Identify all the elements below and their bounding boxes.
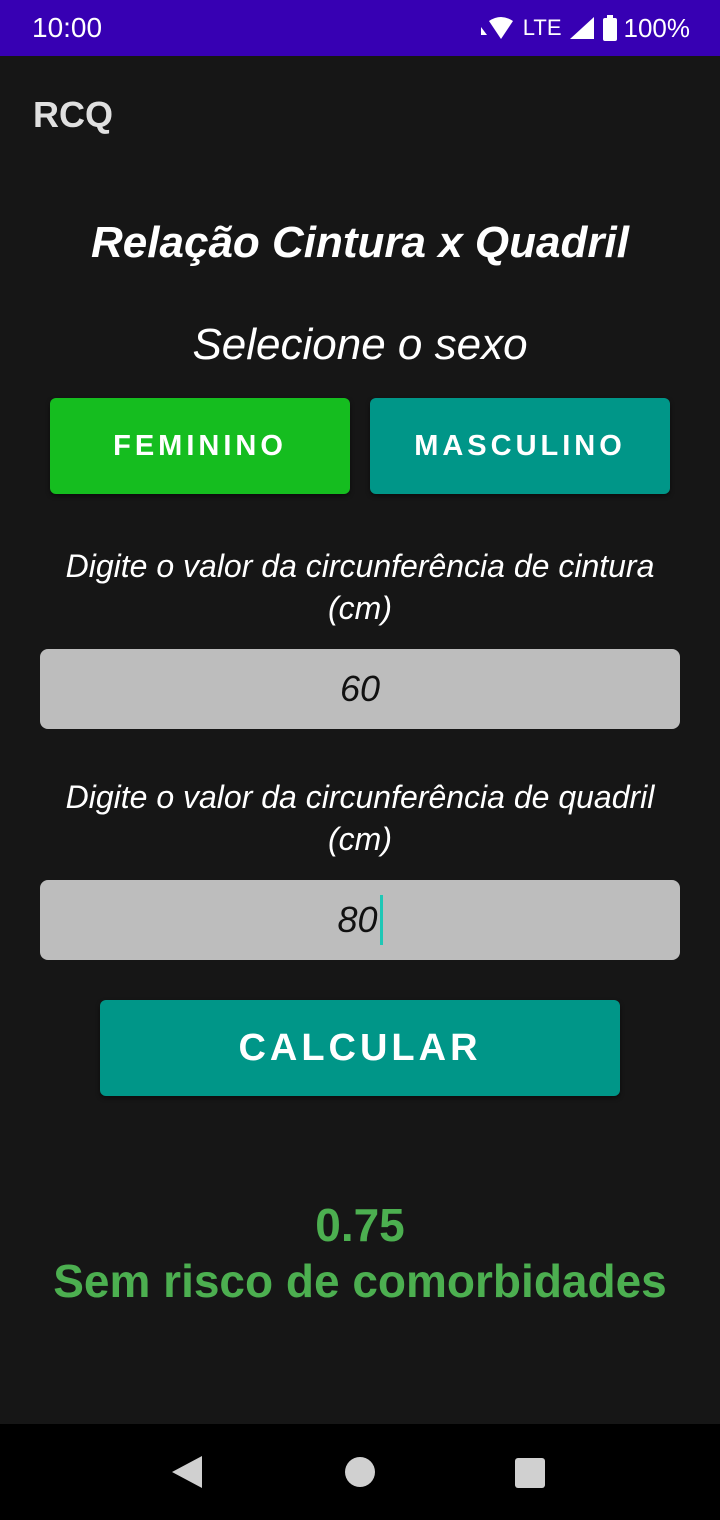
cintura-value: 60 (339, 668, 381, 709)
signal-icon (569, 17, 594, 39)
calcular-button[interactable]: CALCULAR (100, 1000, 620, 1096)
battery-icon (602, 15, 617, 41)
cintura-label: Digite o valor da circunferência de cint… (65, 548, 655, 626)
masculino-button[interactable]: MASCULINO (370, 398, 670, 494)
text-cursor (379, 895, 383, 945)
result-text: Sem risco de comorbidades (53, 1255, 667, 1307)
status-icons: LTE 100% (479, 12, 690, 44)
quadril-value: 80 (337, 899, 378, 940)
status-time: 10:00 (32, 12, 103, 43)
back-icon[interactable] (172, 1456, 202, 1488)
battery-level: 100% (623, 12, 691, 43)
quadril-input[interactable]: 80 (40, 880, 680, 960)
result-value: 0.75 (315, 1199, 405, 1251)
navigation-bar (0, 1424, 720, 1520)
recents-icon[interactable] (515, 1458, 545, 1488)
app-title: RCQ (33, 94, 113, 135)
app-bar: RCQ (0, 56, 720, 168)
wifi-icon (480, 17, 513, 39)
status-bar: 10:00 LTE 100% (0, 0, 720, 56)
sex-prompt: Selecione o sexo (192, 320, 528, 369)
home-icon[interactable] (345, 1457, 375, 1487)
page-title: Relação Cintura x Quadril (91, 218, 629, 267)
quadril-label: Digite o valor da circunferência de quad… (65, 779, 655, 857)
cintura-input[interactable]: 60 (40, 649, 680, 729)
feminino-button[interactable]: FEMININO (50, 398, 350, 494)
network-type: LTE (522, 15, 562, 40)
